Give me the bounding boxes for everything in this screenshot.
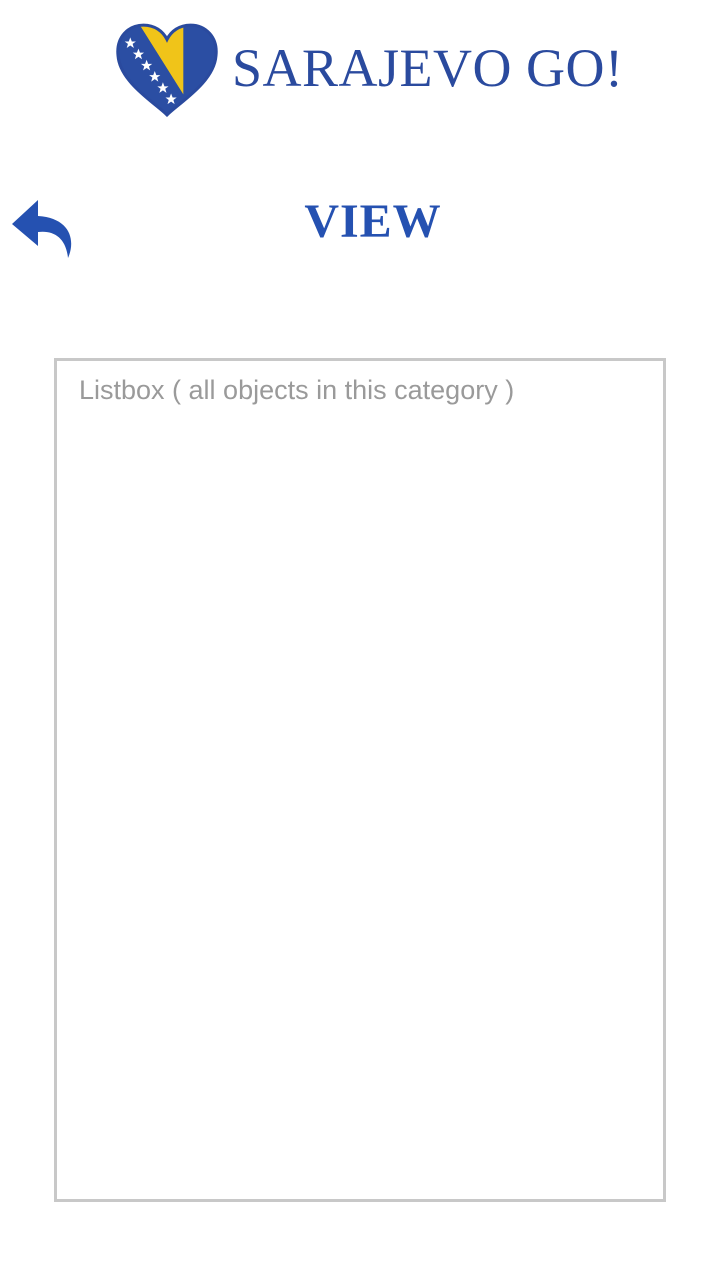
heart-flag-icon bbox=[116, 23, 218, 117]
page-title: VIEW bbox=[304, 195, 442, 248]
app-logo: SARAJEVO GO! bbox=[116, 22, 624, 118]
listbox-placeholder: Listbox ( all objects in this category ) bbox=[79, 375, 515, 405]
logo-text: SARAJEVO GO! bbox=[232, 38, 624, 98]
objects-listbox[interactable]: Listbox ( all objects in this category ) bbox=[54, 358, 666, 1202]
